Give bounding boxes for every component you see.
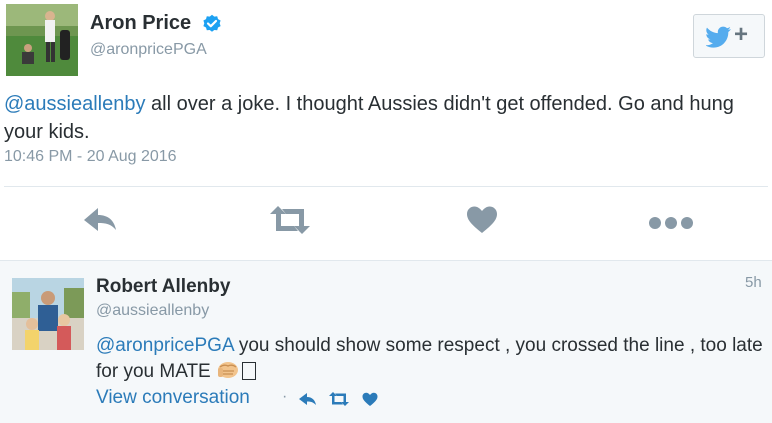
retweet-icon [270, 206, 310, 234]
reply-author-name[interactable]: Robert Allenby [96, 276, 230, 298]
reply-mini-reply-button[interactable] [298, 390, 318, 408]
reply-timestamp[interactable]: 5h [745, 274, 762, 291]
view-conversation-link[interactable]: View conversation [96, 387, 250, 409]
more-icon [649, 217, 693, 229]
reply-icon [299, 393, 316, 405]
reply-mini-retweet-button[interactable] [328, 390, 350, 408]
reply-icon [84, 208, 116, 231]
like-icon [467, 206, 497, 233]
tweet-timestamp[interactable]: 10:46 PM - 20 Aug 2016 [4, 148, 177, 166]
like-button[interactable] [462, 200, 502, 240]
retweet-button[interactable] [268, 200, 312, 240]
reply-mention-link[interactable]: @aronpricePGA [96, 335, 234, 356]
like-icon [362, 392, 378, 406]
verified-badge-icon [202, 14, 222, 34]
reply-mini-like-button[interactable] [360, 390, 380, 408]
fist-emoji-icon [216, 358, 240, 387]
twitter-bird-icon [706, 26, 731, 48]
author-handle[interactable]: @aronpricePGA [90, 41, 207, 59]
reply-text: @aronpricePGA you should show some respe… [96, 334, 766, 387]
missing-glyph-box [242, 362, 257, 380]
author-name[interactable]: Aron Price [90, 12, 191, 35]
follow-plus-label: + [734, 21, 749, 48]
reply-author-handle[interactable]: @aussieallenby [96, 302, 209, 320]
separator-dot: · [282, 388, 288, 405]
mention-link[interactable]: @aussieallenby [4, 93, 146, 115]
follow-button[interactable]: + [693, 14, 765, 58]
more-button[interactable] [646, 200, 698, 240]
tweet-text: @aussieallenby all over a joke. I though… [4, 90, 744, 146]
reply-button[interactable] [80, 200, 120, 240]
retweet-icon [329, 392, 349, 406]
reply-author-avatar[interactable] [12, 278, 84, 350]
author-avatar[interactable] [6, 4, 78, 76]
divider [4, 186, 768, 187]
